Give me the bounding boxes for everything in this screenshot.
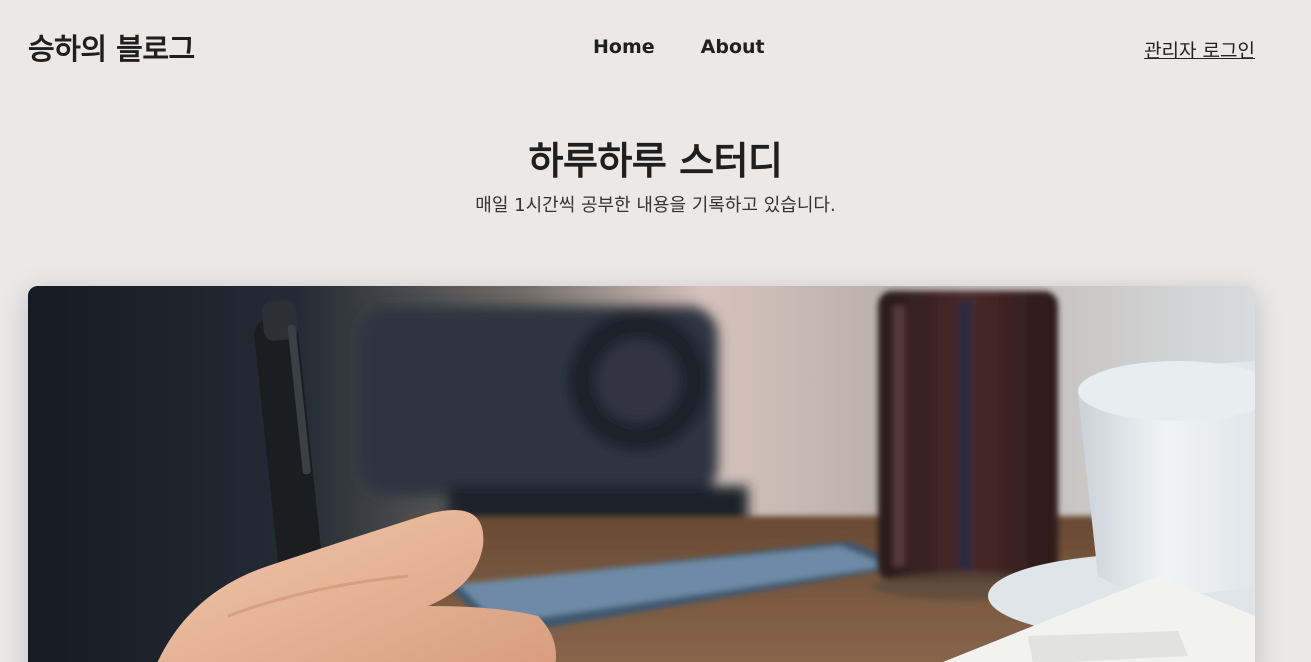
admin-login-link[interactable]: 관리자 로그인 <box>1144 36 1255 63</box>
cover-image <box>28 286 1255 662</box>
site-logo-title[interactable]: 승하의 블로그 <box>28 26 195 68</box>
cover-photo-illustration <box>28 286 1255 662</box>
main-nav: Home About <box>593 36 765 58</box>
page: 승하의 블로그 Home About 관리자 로그인 하루하루 스터디 매일 1… <box>0 0 1311 662</box>
page-title: 하루하루 스터디 <box>528 139 783 183</box>
nav-item-home[interactable]: Home <box>593 36 655 58</box>
page-subtitle: 매일 1시간씩 공부한 내용을 기록하고 있습니다. <box>475 195 836 216</box>
top-navigation-bar: 승하의 블로그 Home About 관리자 로그인 <box>0 0 1311 96</box>
nav-item-about[interactable]: About <box>701 36 765 58</box>
hero-section: 하루하루 스터디 매일 1시간씩 공부한 내용을 기록하고 있습니다. <box>0 136 1311 218</box>
